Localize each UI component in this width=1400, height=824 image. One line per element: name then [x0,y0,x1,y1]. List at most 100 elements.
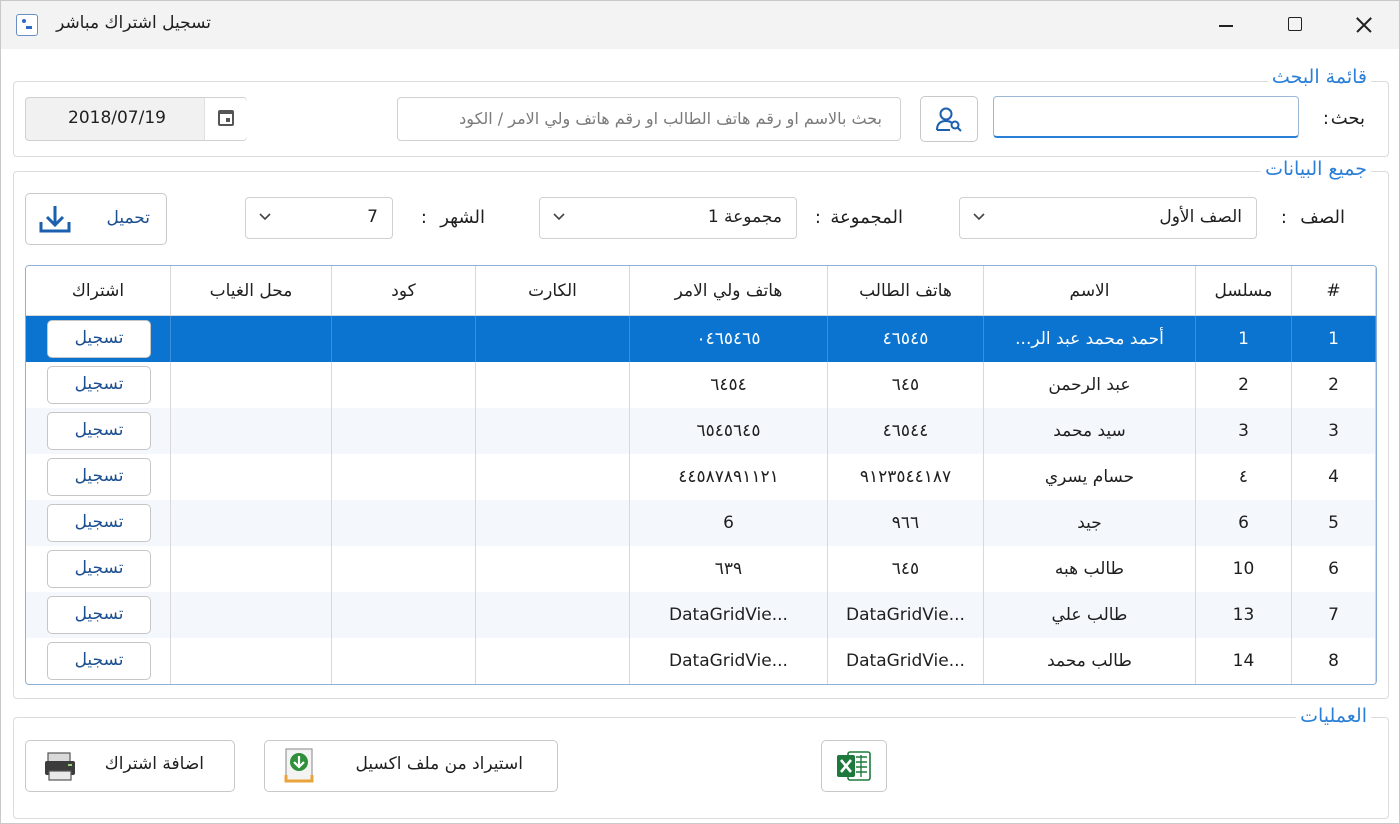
calendar-icon [218,110,234,126]
window-title: تسجيل اشتراك مباشر [56,13,211,33]
search-input[interactable] [993,96,1299,138]
row-serial: 6 [1196,500,1292,546]
row-student-phone: ٩٦٦ [828,500,984,546]
grade-select[interactable]: الصف الأول [959,197,1257,239]
register-button[interactable]: تسجيل [47,320,151,358]
row-parent-phone: ٦٤٥٤ [630,362,828,408]
row-serial: 3 [1196,408,1292,454]
chevron-down-icon [553,213,565,221]
column-header[interactable]: اشتراك [26,266,171,316]
row-parent-phone: ٦٣٩ [630,546,828,592]
register-button[interactable]: تسجيل [47,550,151,588]
row-code [332,546,476,592]
row-absence [171,408,332,454]
maximize-button[interactable] [1261,1,1329,49]
table-row[interactable]: 1 1 أحمد محمد عبد الر... ٤٦٥٤٥ ٠٤٦٥٤٦٥ ت… [26,316,1376,362]
column-header[interactable]: # [1292,266,1376,316]
row-absence [171,454,332,500]
column-header[interactable]: هاتف ولي الامر [630,266,828,316]
column-header[interactable]: كود [332,266,476,316]
row-absence [171,592,332,638]
row-subscription: تسجيل [26,592,171,638]
row-student-phone: ٦٤٥ [828,546,984,592]
table-row[interactable]: 2 2 عبد الرحمن ٦٤٥ ٦٤٥٤ تسجيل [26,362,1376,408]
row-serial: ٤ [1196,454,1292,500]
row-absence [171,546,332,592]
students-grid[interactable]: # مسلسل الاسم هاتف الطالب هاتف ولي الامر… [25,265,1377,685]
row-name: حسام يسري [984,454,1196,500]
register-button[interactable]: تسجيل [47,504,151,542]
column-header[interactable]: الاسم [984,266,1196,316]
table-row[interactable]: 3 3 سيد محمد ٤٦٥٤٤ ٦٥٤٥٦٤٥ تسجيل [26,408,1376,454]
operations-group-title: العمليات [1296,705,1371,727]
column-header[interactable]: هاتف الطالب [828,266,984,316]
table-row[interactable]: 4 ٤ حسام يسري ٩١٢٣٥٤٤١٨٧ ٤٤٥٨٧٨٩١١٢١ تسج… [26,454,1376,500]
row-code [332,500,476,546]
register-button[interactable]: تسجيل [47,596,151,634]
row-student-phone: ٩١٢٣٥٤٤١٨٧ [828,454,984,500]
user-search-button[interactable] [920,96,978,142]
row-card [476,500,630,546]
row-code [332,362,476,408]
row-number: 7 [1292,592,1376,638]
row-parent-phone: ٠٤٦٥٤٦٥ [630,316,828,362]
row-card [476,638,630,684]
row-name: طالب محمد [984,638,1196,684]
row-number: 4 [1292,454,1376,500]
row-card [476,316,630,362]
search-hint-text: بحث بالاسم او رقم هاتف الطالب او رقم هات… [459,109,882,128]
add-subscription-button[interactable]: اضافة اشتراك [25,740,235,792]
month-select-value: 7 [367,207,378,227]
row-serial: 2 [1196,362,1292,408]
register-button[interactable]: تسجيل [47,412,151,450]
row-subscription: تسجيل [26,408,171,454]
row-student-phone: ...DataGridVie [828,592,984,638]
close-button[interactable] [1329,1,1397,49]
row-name: جيد [984,500,1196,546]
row-code [332,638,476,684]
grade-colon: : [1280,207,1287,228]
table-row[interactable]: 6 10 طالب هبه ٦٤٥ ٦٣٩ تسجيل [26,546,1376,592]
minimize-button[interactable] [1193,1,1261,49]
app-icon [16,14,38,36]
row-parent-phone: 6 [630,500,828,546]
row-number: 5 [1292,500,1376,546]
row-serial: 14 [1196,638,1292,684]
row-student-phone: ٦٤٥ [828,362,984,408]
add-subscription-label: اضافة اشتراك [104,754,204,774]
table-row[interactable]: 5 6 جيد ٩٦٦ 6 تسجيل [26,500,1376,546]
export-excel-button[interactable] [821,740,887,792]
month-select[interactable]: 7 [245,197,393,239]
chevron-down-icon [259,213,271,221]
row-code [332,316,476,362]
row-code [332,454,476,500]
row-subscription: تسجيل [26,500,171,546]
excel-import-icon [284,748,314,783]
register-button[interactable]: تسجيل [47,366,151,404]
row-name: طالب علي [984,592,1196,638]
register-button[interactable]: تسجيل [47,642,151,680]
register-button[interactable]: تسجيل [47,458,151,496]
date-value: 2018/07/19 [68,108,166,128]
column-header[interactable]: مسلسل [1196,266,1292,316]
date-picker-button[interactable] [204,98,247,140]
column-header[interactable]: محل الغياب [171,266,332,316]
main-window: تسجيل اشتراك مباشر قائمة البحث 2018/07/1… [0,0,1400,824]
column-header[interactable]: الكارت [476,266,630,316]
table-row[interactable]: 7 13 طالب علي ...DataGridVie ...DataGrid… [26,592,1376,638]
row-code [332,408,476,454]
import-excel-button[interactable]: استيراد من ملف اكسيل [264,740,558,792]
row-card [476,408,630,454]
download-button[interactable]: تحميل [25,193,167,245]
group-select[interactable]: مجموعة 1 [539,197,797,239]
row-parent-phone: ٦٥٤٥٦٤٥ [630,408,828,454]
row-parent-phone: ...DataGridVie [630,592,828,638]
printer-icon [45,752,75,781]
row-serial: 1 [1196,316,1292,362]
row-code [332,592,476,638]
row-absence [171,500,332,546]
row-number: 2 [1292,362,1376,408]
date-picker[interactable]: 2018/07/19 [25,97,247,141]
table-row[interactable]: 8 14 طالب محمد ...DataGridVie ...DataGri… [26,638,1376,684]
grade-label: الصف [1300,207,1345,228]
